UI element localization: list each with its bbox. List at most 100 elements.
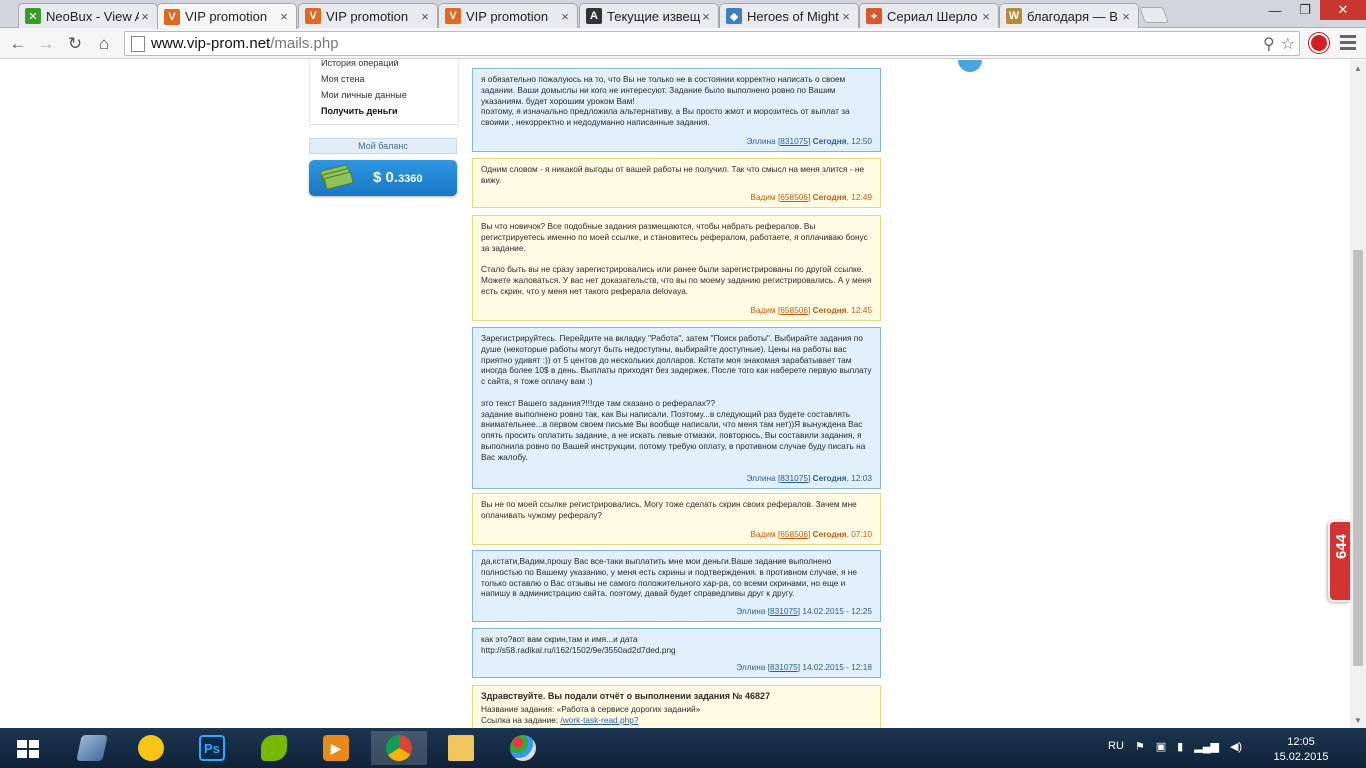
message-meta: Эллина [831075] 14.02.2015 - 12:18 [736,662,872,673]
volume-icon[interactable]: ◀) [1230,740,1242,753]
message-author: Вадим [750,529,776,540]
money-icon [319,164,354,193]
usb-icon[interactable]: ▣ [1156,740,1166,753]
report-task-link-line: Ссылка на задание: /work-task-read.php? [481,714,639,725]
menu-item-get-money[interactable]: Получить деньги [321,106,398,116]
heroes-icon: ◆ [726,8,742,24]
browser-menu-icon[interactable] [1340,35,1356,53]
balance-box[interactable]: $ 0.3360 [309,160,457,196]
minimize-icon[interactable]: — [1260,0,1290,20]
browser-tab[interactable]: Wблагодаря — В × [999,3,1139,28]
message-user-id[interactable]: 831075 [770,662,798,672]
message-date: Сегодня [812,473,847,484]
menu-item-history[interactable]: История операций [321,60,399,68]
message-time: , 12:50 [846,136,872,147]
message-item: Одним словом - я никакой выгоды от вашей… [472,158,881,208]
tab-title: Heroes of Might [747,8,839,24]
tab-close-icon[interactable]: × [700,9,712,24]
browser-tab[interactable]: V VIP promotion × [298,3,438,28]
message-body: как это?вот вам скрин,там и имя...и дата… [481,634,676,655]
taskbar-chrome[interactable] [371,731,427,765]
extension-stop-icon[interactable] [1309,33,1329,53]
tab-title: VIP promotion [466,8,549,24]
page-icon [131,35,145,52]
wiki-icon: W [1006,8,1022,24]
a-icon: A [586,8,602,24]
scroll-down-icon[interactable]: ▼ [1354,716,1362,725]
message-user-id[interactable]: 831075 [780,473,808,483]
tab-title: Текущие извещ [607,8,700,24]
address-bar[interactable]: www.vip-prom.net/mails.php ⚲ ☆ [124,31,1300,56]
browser-tab[interactable]: ◆ Heroes of Might × [719,3,859,28]
home-icon[interactable]: ⌂ [92,32,116,56]
browser-tab[interactable]: V VIP promotion × [157,3,297,29]
taskbar-photoshop[interactable]: Ps [184,731,240,765]
battery-icon[interactable]: ▮ [1177,740,1183,753]
message-body: Вы что новичок? Все подобные задания раз… [481,221,872,296]
tab-close-icon[interactable]: × [559,9,571,24]
page-scrollbar[interactable]: ▲ ▼ [1350,60,1366,728]
message-time: , 12:03 [846,473,872,484]
forward-arrow-icon[interactable]: → [34,32,58,56]
tab-title: NeoBux - View A [46,8,139,24]
url-host: www.vip-prom.net [151,35,271,52]
message-meta: Эллина [831075] 14.02.2015 - 12:25 [736,606,872,617]
message-body: я обязательно пожалуюсь на то, что Вы не… [481,74,850,128]
menu-item-personal-data[interactable]: Мои личные данные [321,90,407,100]
new-tab-button[interactable] [1139,7,1169,23]
taskbar-honeycomb-app[interactable] [123,731,179,765]
network-app-icon [76,735,108,761]
account-menu: История операций Моя стена Мои личные да… [309,60,459,125]
message-user-id[interactable]: 831075 [770,606,798,616]
tab-close-icon[interactable]: × [419,9,431,24]
signal-icon[interactable]: ▂▄▆ [1194,740,1219,753]
menu-item-wall[interactable]: Моя стена [321,74,364,84]
browser-tab[interactable]: ✦ Сериал Шерло × [859,3,999,28]
media-player-icon: ▶ [323,735,349,761]
message-author: Эллина [736,662,766,673]
tab-close-icon[interactable]: × [278,9,290,24]
taskbar-explorer[interactable] [433,731,489,765]
back-arrow-icon[interactable]: ← [6,32,30,56]
report-task-link[interactable]: /work-task-read.php? [561,715,639,725]
message-body: Вы не по моей ссылке регистрировались. М… [481,499,857,520]
scrollbar-thumb[interactable] [1353,250,1363,666]
browser-toolbar: ← → ↻ ⌂ www.vip-prom.net/mails.php ⚲ ☆ [0,28,1366,59]
taskbar-network-app[interactable] [64,731,120,765]
message-user-id[interactable]: 658506 [780,192,808,202]
maximize-icon[interactable]: ❐ [1290,0,1320,20]
message-meta: Вадим [658506] Сегодня, 07:10 [750,529,872,540]
folder-icon [448,735,474,761]
taskbar-paint[interactable] [495,731,551,765]
browser-tab[interactable]: ✕ NeoBux - View A × [18,3,158,28]
bookmark-star-icon[interactable]: ☆ [1281,34,1295,54]
browser-tab[interactable]: A Текущие извещ × [579,3,719,28]
language-indicator[interactable]: RU [1108,740,1124,753]
message-user-id[interactable]: 658506 [780,529,808,539]
message-body: да,кстати,Вадим,прошу Вас все-таки выпла… [481,556,857,599]
message-author: Эллина [746,136,776,147]
side-counter-tab[interactable]: 644 [1328,520,1350,602]
flag-icon[interactable]: ⚑ [1135,740,1145,753]
clock[interactable]: 12:05 15.02.2015 [1270,735,1332,765]
message-item: Вы не по моей ссылке регистрировались. М… [472,493,881,545]
tab-title: благодаря — В [1027,8,1118,24]
tab-close-icon[interactable]: × [1120,9,1132,24]
browser-tab[interactable]: V VIP promotion × [438,3,578,28]
windows-start-icon[interactable] [17,740,39,758]
taskbar-media-player[interactable]: ▶ [308,731,364,765]
window-controls: — ❐ ✕ [1260,0,1366,20]
taskbar-nvidia[interactable] [246,731,302,765]
tab-close-icon[interactable]: × [840,9,852,24]
zoom-icon[interactable]: ⚲ [1263,34,1275,54]
balance-amount: $ 0.3360 [373,169,423,186]
message-user-id[interactable]: 831075 [780,136,808,146]
message-user-id[interactable]: 658506 [780,305,808,315]
message-item: Зарегистрируйтесь. Перейдите на вкладку … [472,327,881,489]
tab-close-icon[interactable]: × [139,9,151,24]
clock-time: 12:05 [1287,736,1315,748]
scroll-up-icon[interactable]: ▲ [1354,64,1362,73]
reload-icon[interactable]: ↻ [63,32,87,56]
close-window-icon[interactable]: ✕ [1320,0,1366,20]
tab-close-icon[interactable]: × [980,9,992,24]
